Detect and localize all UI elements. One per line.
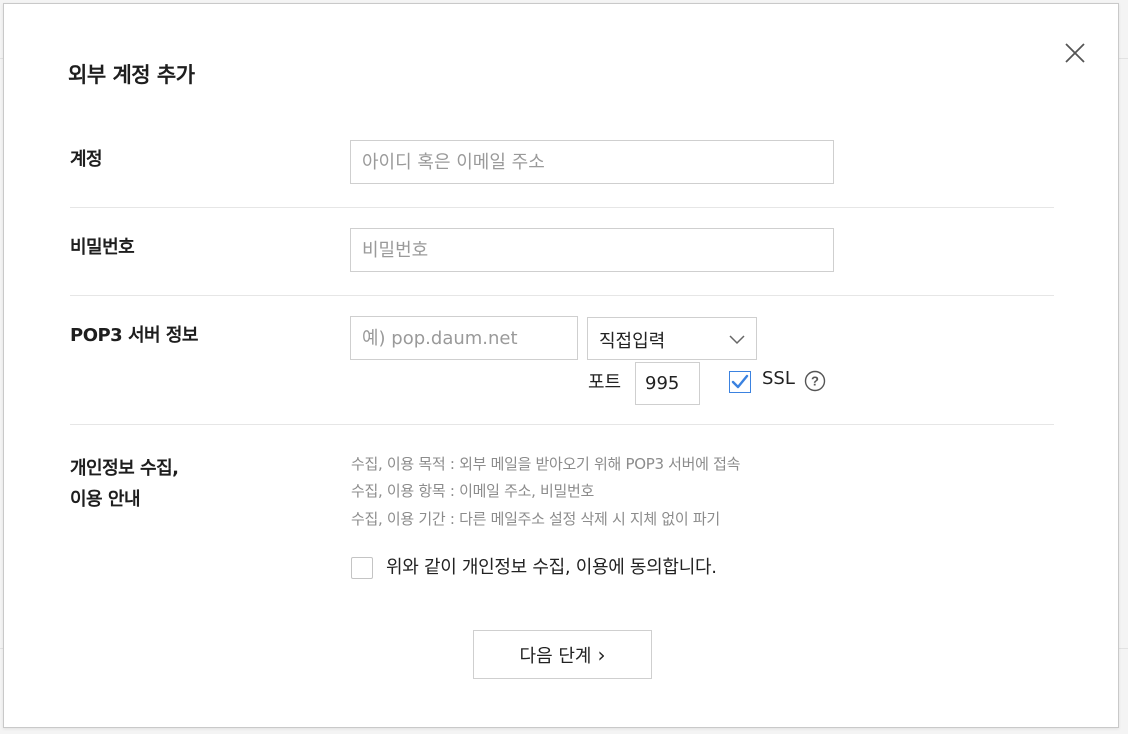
next-step-label: 다음 단계 — [519, 645, 592, 667]
dialog-title: 외부 계정 추가 — [68, 63, 195, 87]
agree-checkbox[interactable] — [351, 557, 373, 579]
password-label: 비밀번호 — [70, 237, 135, 258]
chevron-right-icon: › — [597, 642, 606, 667]
divider — [70, 207, 1054, 208]
ssl-label: SSL — [762, 368, 795, 389]
pop3-server-select-value: 직접입력 — [599, 331, 666, 352]
divider — [70, 295, 1054, 296]
close-icon[interactable] — [1062, 40, 1088, 66]
pop3-server-select[interactable]: 직접입력 — [587, 317, 757, 360]
port-label: 포트 — [588, 372, 622, 393]
pop3-label: POP3 서버 정보 — [70, 325, 198, 346]
agree-label[interactable]: 위와 같이 개인정보 수집, 이용에 동의합니다. — [386, 553, 717, 579]
pop3-server-input[interactable] — [350, 316, 578, 360]
checkmark-icon — [731, 374, 749, 389]
chevron-down-icon — [729, 335, 745, 345]
account-input[interactable] — [350, 140, 834, 184]
help-icon-glyph: ? — [811, 374, 819, 389]
next-step-button[interactable]: 다음 단계 › — [473, 630, 652, 679]
add-external-account-dialog: 외부 계정 추가 계정 비밀번호 POP3 서버 정보 직접입력 포트 SSL … — [3, 3, 1119, 728]
ssl-checkbox[interactable] — [729, 371, 751, 393]
privacy-label-line1: 개인정보 수집, — [70, 458, 179, 479]
account-label: 계정 — [70, 149, 103, 170]
help-icon[interactable]: ? — [804, 370, 826, 392]
privacy-purpose-text: 수집, 이용 목적 : 외부 메일을 받아오기 위해 POP3 서버에 접속 — [351, 455, 741, 473]
password-input[interactable] — [350, 228, 834, 272]
privacy-period-text: 수집, 이용 기간 : 다른 메일주소 설정 삭제 시 지체 없이 파기 — [351, 510, 720, 528]
divider — [70, 424, 1054, 425]
port-input[interactable] — [635, 362, 700, 405]
privacy-label-line2: 이용 안내 — [70, 489, 141, 510]
privacy-items-text: 수집, 이용 항목 : 이메일 주소, 비밀번호 — [351, 482, 594, 500]
